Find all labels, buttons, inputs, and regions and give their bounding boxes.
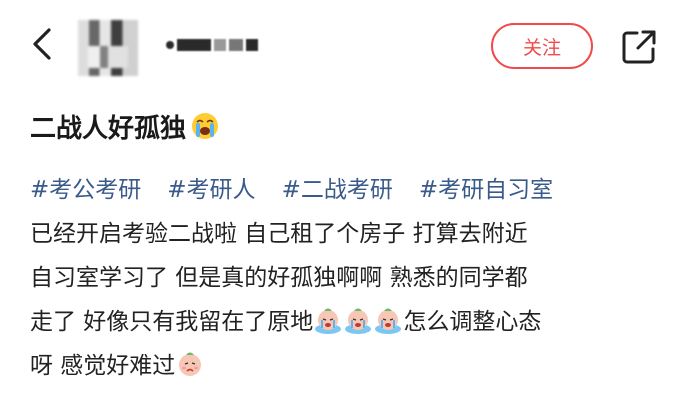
chevron-left-icon [33,28,51,60]
crying-peach-sticker-icon [345,308,372,334]
tag-link[interactable]: #二战考研 [282,170,393,204]
post-title-text: 二战人好孤独 [30,113,187,144]
follow-button[interactable]: 关注 [491,23,593,69]
body-line: 自习室学习了 但是真的好孤独啊啊 熟悉的同学都 [30,265,528,291]
body-line-text: 怎么调整心态 [403,309,542,335]
post-header: 关注 [0,0,692,88]
sad-peach-sticker-icon [179,352,202,376]
body-line-with-sticker: 呀 感觉好难过 [30,344,680,388]
post-page: 关注 二战人好孤独 #考公考研 #考研人 #二战考研 #考研自习室 已经开启考验… [0,0,692,401]
body-line: 已经开启考验二战啦 自己租了个房子 打算去附近 [30,221,528,247]
post-title: 二战人好孤独 [30,106,220,146]
topic-tags: #考公考研 #考研人 #二战考研 #考研自习室 [30,170,553,204]
share-external-icon [622,30,656,64]
tag-link[interactable]: #考研自习室 [419,170,553,204]
author-avatar[interactable] [78,20,138,76]
tag-link[interactable]: #考研人 [167,170,255,204]
post-body: 已经开启考验二战啦 自己租了个房子 打算去附近 自习室学习了 但是真的好孤独啊啊… [30,212,680,388]
author-name-blurred[interactable] [166,34,270,56]
back-button[interactable] [22,24,62,64]
body-line-text: 呀 感觉好难过 [30,353,176,379]
crying-peach-sticker-icon [375,308,402,334]
loudly-crying-face-icon [192,113,219,139]
body-line-with-stickers: 走了 好像只有我留在了原地 怎么调整心态 [30,300,680,344]
tag-link[interactable]: #考公考研 [30,170,141,204]
crying-peach-sticker-icon [315,308,342,334]
body-line-text: 走了 好像只有我留在了原地 [30,309,314,335]
share-button[interactable] [618,26,660,68]
